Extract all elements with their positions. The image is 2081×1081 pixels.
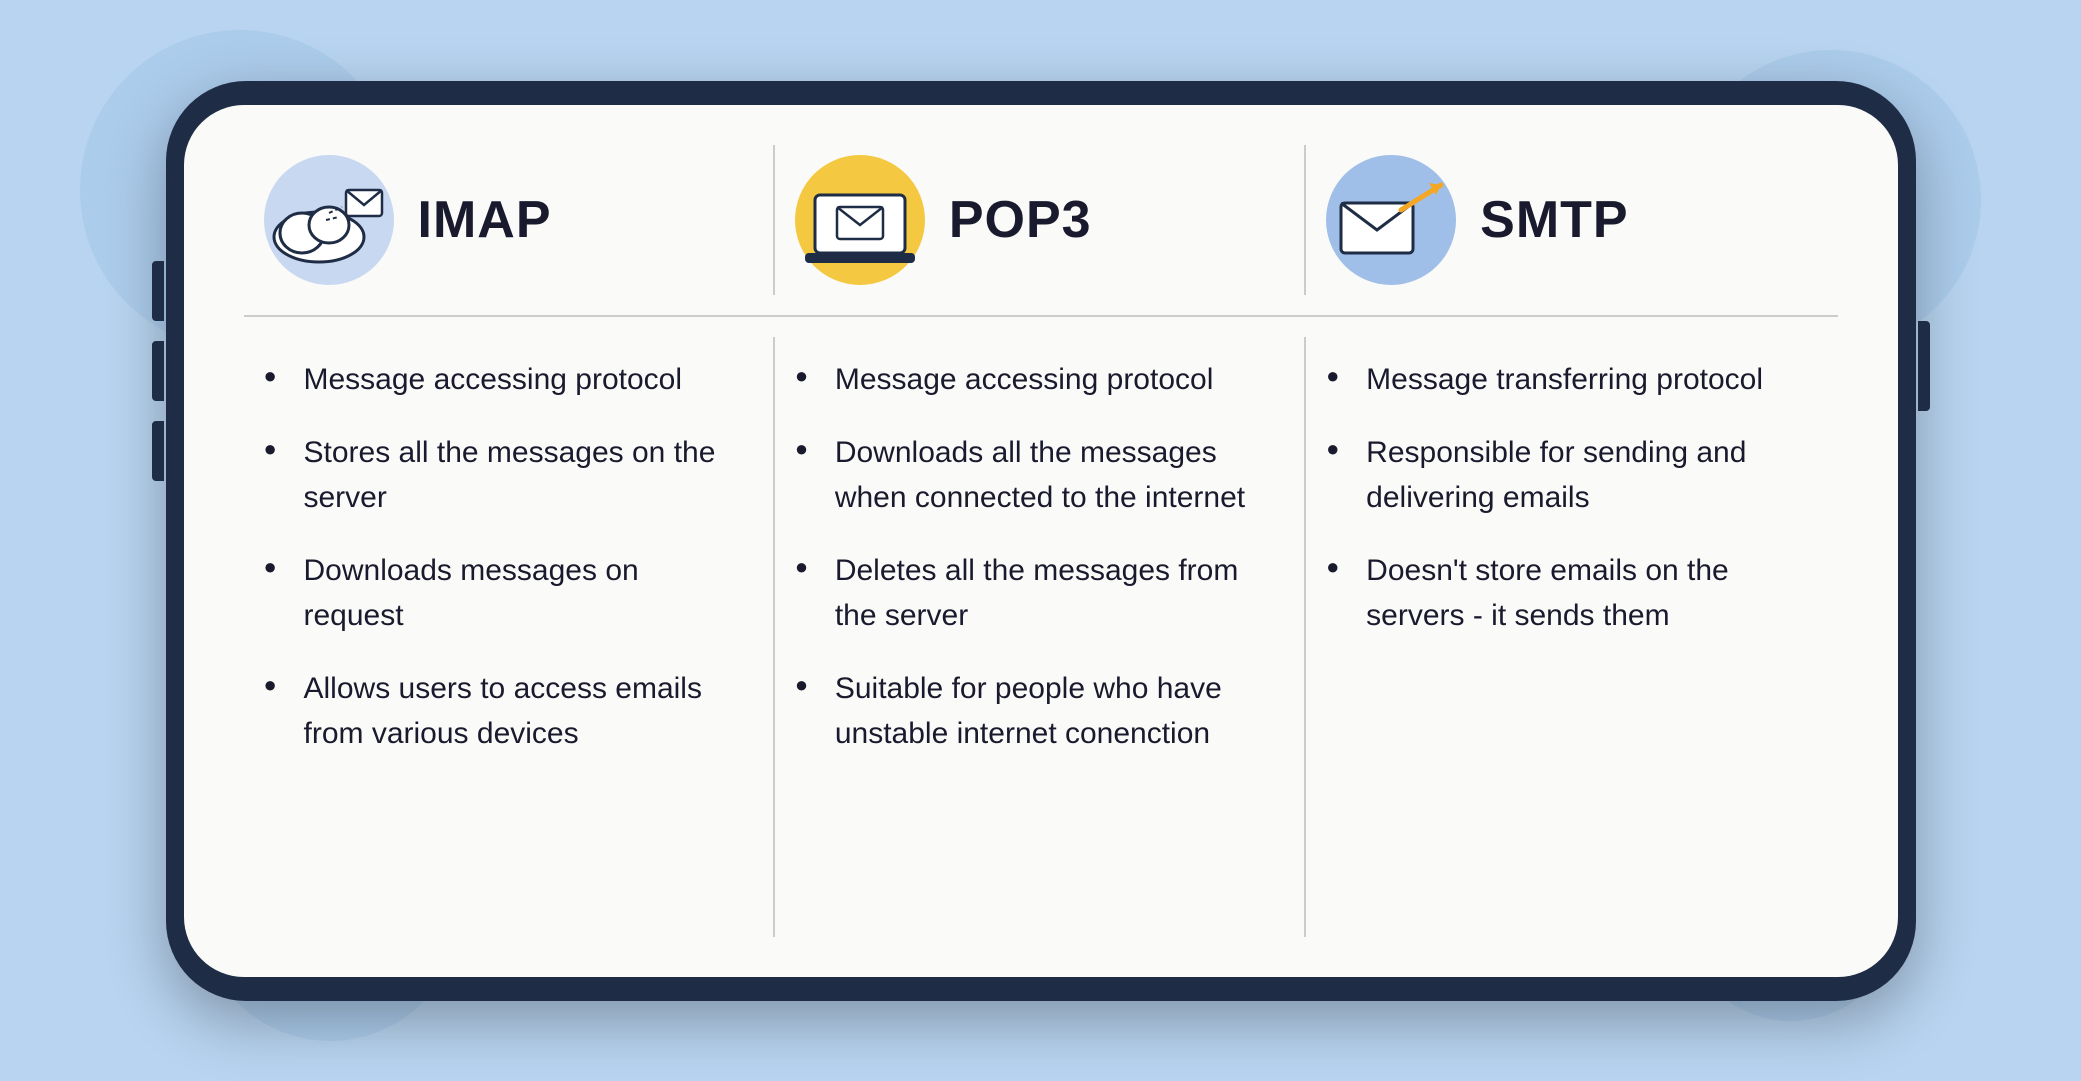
list-item: Doesn't store emails on the servers - it… (1326, 548, 1807, 638)
list-item: Deletes all the messages from the server (795, 548, 1274, 638)
pop3-icon-circle (795, 155, 925, 285)
imap-icon-circle (264, 155, 394, 285)
imap-bullet-list: Message accessing protocol Stores all th… (264, 357, 743, 756)
pop3-icon (795, 165, 925, 275)
phone-screen: IMAP (184, 105, 1898, 977)
pop3-bullet-list: Message accessing protocol Downloads all… (795, 357, 1274, 756)
list-item: Allows users to access emails from vario… (264, 666, 743, 756)
list-item: Message accessing protocol (264, 357, 743, 402)
col-content-imap: Message accessing protocol Stores all th… (244, 337, 775, 937)
content-row: Message accessing protocol Stores all th… (244, 337, 1838, 937)
list-item: Responsible for sending and delivering e… (1326, 430, 1807, 520)
smtp-title: SMTP (1480, 190, 1628, 250)
imap-title: IMAP (418, 190, 552, 250)
list-item: Message transferring protocol (1326, 357, 1807, 402)
smtp-icon-circle (1326, 155, 1456, 285)
col-header-pop3: POP3 (775, 145, 1306, 295)
list-item: Downloads messages on request (264, 548, 743, 638)
pop3-title: POP3 (949, 190, 1092, 250)
table-container: IMAP (184, 105, 1898, 977)
header-row: IMAP (244, 145, 1838, 317)
phone-frame: IMAP (166, 81, 1916, 1001)
imap-icon (264, 165, 394, 275)
phone-wrapper: IMAP (166, 81, 1916, 1001)
phone-notch (931, 81, 1151, 105)
list-item: Stores all the messages on the server (264, 430, 743, 520)
col-header-imap: IMAP (244, 145, 775, 295)
col-header-smtp: SMTP (1306, 145, 1837, 295)
list-item: Downloads all the messages when connecte… (795, 430, 1274, 520)
col-content-pop3: Message accessing protocol Downloads all… (775, 337, 1306, 937)
col-content-smtp: Message transferring protocol Responsibl… (1306, 337, 1837, 937)
smtp-icon (1326, 165, 1456, 275)
list-item: Suitable for people who have unstable in… (795, 666, 1274, 756)
smtp-bullet-list: Message transferring protocol Responsibl… (1326, 357, 1807, 638)
list-item: Message accessing protocol (795, 357, 1274, 402)
